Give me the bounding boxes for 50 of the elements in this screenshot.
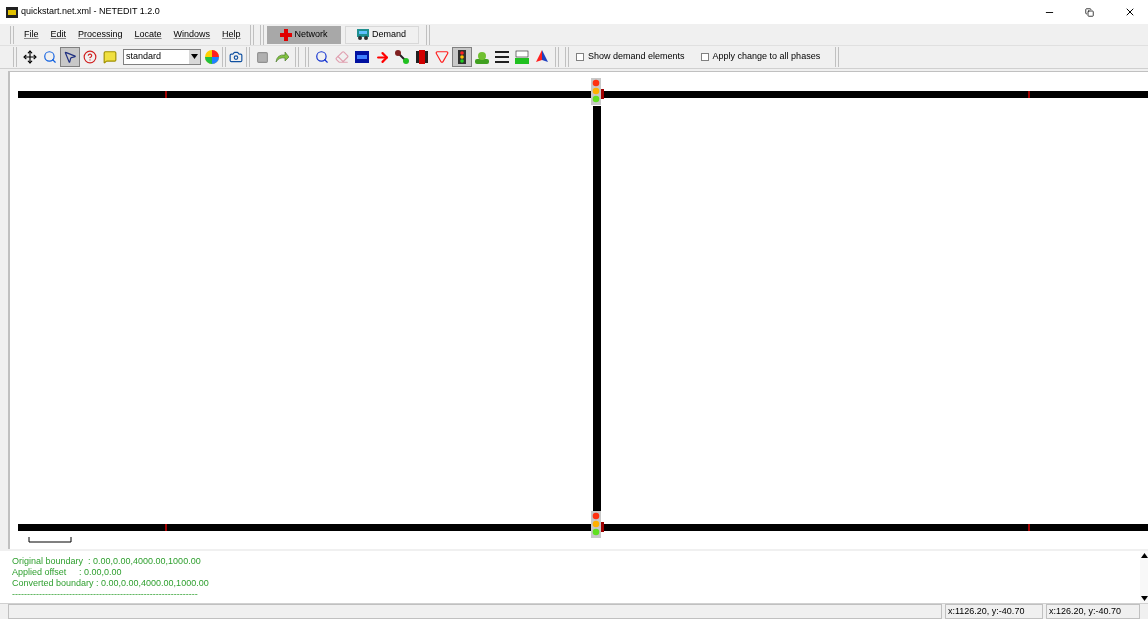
speech-bubble-icon xyxy=(103,50,117,64)
menu-item[interactable]: Processing xyxy=(72,27,129,42)
option-checkbox[interactable]: Apply change to all phases xyxy=(700,50,821,64)
caret-icon xyxy=(191,54,198,60)
scrollbar[interactable] xyxy=(1140,551,1148,603)
restore-icon[interactable] xyxy=(1085,7,1094,17)
tool-button[interactable] xyxy=(60,47,80,67)
search-icon xyxy=(43,50,57,64)
tool-button[interactable] xyxy=(392,47,412,67)
search-icon xyxy=(315,50,329,64)
traffic-light-icon xyxy=(458,50,466,64)
menu-item[interactable]: Help xyxy=(216,27,247,42)
camera-icon[interactable] xyxy=(229,50,243,64)
menu-item[interactable]: Edit xyxy=(44,27,73,42)
shape-icon xyxy=(535,50,549,64)
lines-icon xyxy=(495,51,509,63)
redo-icon[interactable] xyxy=(275,51,289,63)
log-line: Applied offset : 0.00,0.00 xyxy=(12,567,122,578)
pointer-icon xyxy=(63,50,77,64)
scale-bar-icon xyxy=(28,537,72,543)
move-icon xyxy=(23,50,37,64)
question-icon xyxy=(83,50,97,64)
taz-icon xyxy=(515,50,529,64)
menu-item[interactable]: Windows xyxy=(167,27,217,42)
app-logo-icon xyxy=(6,6,18,18)
option-checkbox[interactable]: Show demand elements xyxy=(576,50,685,64)
eraser-icon xyxy=(335,50,349,64)
figure-icon xyxy=(475,50,489,64)
junction-icon xyxy=(415,50,429,64)
close-icon[interactable] xyxy=(1124,6,1136,18)
cross-icon xyxy=(279,28,292,41)
color-wheel-icon[interactable] xyxy=(205,50,219,64)
menu-item[interactable]: Locate xyxy=(128,27,168,42)
log-line: -------------------------------------------------------------- xyxy=(12,589,198,600)
mode-tab[interactable]: Network xyxy=(266,25,341,44)
log-line: Converted boundary : 0.00,0.00,4000.00,1000.00 xyxy=(12,578,209,589)
coordinates-field: x:1126.20, y:-40.70 xyxy=(945,604,1043,619)
mode-tab[interactable]: Demand xyxy=(344,25,419,44)
window-title: quickstart.net.xml - NETEDIT 1.2.0 xyxy=(21,5,160,19)
connector-icon xyxy=(395,50,409,64)
arrow-icon xyxy=(374,49,390,65)
vehicle-icon xyxy=(357,29,370,40)
menu-item[interactable]: File xyxy=(18,27,45,42)
offset-coordinates-field: x:126.20, y:-40.70 xyxy=(1046,604,1140,619)
scroll-down-icon[interactable] xyxy=(1140,596,1148,601)
log-line: Original boundary : 0.00,0.00,4000.00,1000.00 xyxy=(12,556,201,567)
tool-button[interactable] xyxy=(452,47,472,67)
scroll-up-icon[interactable] xyxy=(1140,553,1148,558)
scheme-dropdown[interactable]: standard xyxy=(123,49,201,65)
triangle-icon xyxy=(435,50,449,64)
